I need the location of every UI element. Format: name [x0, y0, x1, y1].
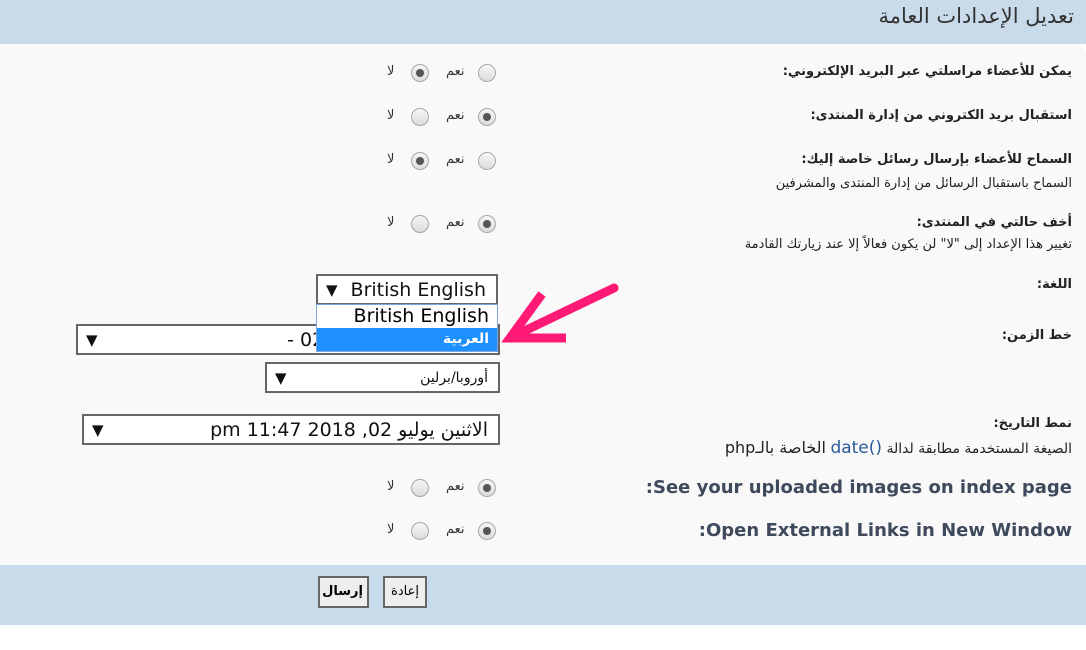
radio-yes-external-links[interactable] [478, 522, 496, 540]
language-dropdown-list: British English العربية [316, 304, 498, 352]
setting-label-admin-email: استقبال بريد الكتروني من إدارة المنتدى: [810, 108, 1072, 123]
language-label: اللغة: [1036, 277, 1072, 292]
radio-no-admin-email[interactable] [411, 108, 429, 126]
timezone-region-select[interactable]: أوروبا/برلين ▼ [265, 362, 500, 393]
date-format-label: نمط التاريخ: [993, 416, 1072, 431]
radio-yes-admin-email[interactable] [478, 108, 496, 126]
yes-label: نعم [446, 152, 465, 167]
header-bar: تعديل الإعدادات العامة [0, 0, 1086, 44]
setting-label-private-messages: السماح للأعضاء بإرسال رسائل خاصة إليك: [801, 152, 1072, 167]
yes-label: نعم [446, 108, 465, 123]
dropdown-arrow-icon: ▼ [86, 331, 98, 349]
no-label: لا [387, 108, 395, 123]
language-select[interactable]: British English ▼ [316, 274, 498, 305]
date-format-desc-prefix: الصيغة المستخدمة مطابقة لدالة [886, 441, 1073, 457]
no-label: لا [387, 64, 395, 79]
radio-no-external-links[interactable] [411, 522, 429, 540]
no-label: لا [387, 522, 395, 537]
date-format-value: الاثنين يوليو 02, 2018 11:47 pm [210, 419, 488, 441]
date-function-code: date() [830, 438, 883, 458]
radio-yes-hide-status[interactable] [478, 215, 496, 233]
yes-label: نعم [446, 522, 465, 537]
dropdown-arrow-icon: ▼ [92, 421, 104, 439]
radio-yes-private-messages[interactable] [478, 152, 496, 170]
language-option-english[interactable]: British English [317, 305, 497, 328]
setting-desc-hide-status: تغيير هذا الإعداد إلى "لا" لن يكون فعالا… [744, 237, 1072, 252]
radio-yes-uploaded-images[interactable] [478, 479, 496, 497]
submit-button[interactable]: إرسال [318, 576, 369, 608]
no-label: لا [387, 215, 395, 230]
setting-label-uploaded-images: See your uploaded images on index page: [645, 477, 1072, 498]
date-format-desc-suffix: الخاصة بالـphp [724, 438, 826, 457]
setting-label-email-contact: يمكن للأعضاء مراسلتي عبر البريد الإلكترو… [782, 64, 1072, 79]
dropdown-arrow-icon: ▼ [275, 369, 287, 387]
radio-yes-email-contact[interactable] [478, 64, 496, 82]
timezone-label: خط الزمن: [1001, 328, 1072, 343]
setting-label-hide-status: أخف حالتي في المنتدى: [916, 215, 1072, 230]
setting-desc-private-messages: السماح باستقبال الرسائل من إدارة المنتدى… [775, 176, 1072, 191]
yes-label: نعم [446, 479, 465, 494]
radio-no-email-contact[interactable] [411, 64, 429, 82]
date-format-desc: الصيغة المستخدمة مطابقة لدالة date() الخ… [725, 438, 1072, 458]
radio-no-uploaded-images[interactable] [411, 479, 429, 497]
timezone-region-value: أوروبا/برلين [420, 370, 488, 386]
reset-button[interactable]: إعادة [383, 576, 427, 608]
radio-no-hide-status[interactable] [411, 215, 429, 233]
no-label: لا [387, 152, 395, 167]
footer-bar [0, 565, 1086, 625]
setting-label-external-links: Open External Links in New Window: [698, 520, 1072, 541]
yes-label: نعم [446, 64, 465, 79]
page-title: تعديل الإعدادات العامة [878, 4, 1074, 28]
dropdown-arrow-icon: ▼ [326, 281, 338, 299]
language-select-value: British English [350, 279, 486, 301]
radio-no-private-messages[interactable] [411, 152, 429, 170]
date-format-select[interactable]: الاثنين يوليو 02, 2018 11:47 pm ▼ [82, 414, 500, 445]
yes-label: نعم [446, 215, 465, 230]
annotation-arrow-icon [501, 283, 619, 343]
no-label: لا [387, 479, 395, 494]
language-option-arabic[interactable]: العربية [317, 328, 497, 351]
